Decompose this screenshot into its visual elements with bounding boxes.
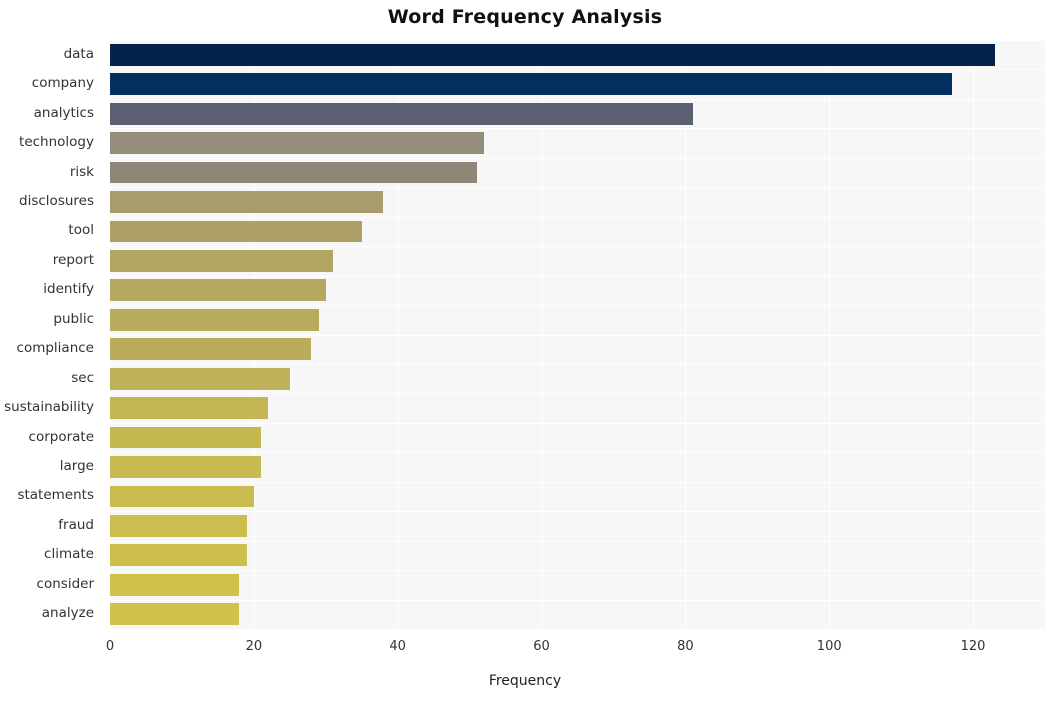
bar-row[interactable] [110,335,1045,364]
bar[interactable] [110,279,326,302]
bar[interactable] [110,515,247,537]
bar-row[interactable] [110,128,1045,157]
bar-row[interactable] [110,246,1045,275]
bar-row[interactable] [110,570,1045,599]
y-tick-label: analyze [41,605,94,622]
bar[interactable] [110,308,319,331]
chart-title: Word Frequency Analysis [387,6,663,28]
bar-row[interactable] [110,541,1045,570]
y-tick-label: public [53,310,94,327]
bar-row[interactable] [110,452,1045,481]
y-tick-label: tool [68,222,94,239]
y-tick-label: climate [44,546,94,563]
y-tick-label: large [59,458,94,475]
bar[interactable] [110,220,362,243]
bar-row[interactable] [110,393,1045,422]
bar[interactable] [110,73,952,96]
bar-row[interactable] [110,69,1045,98]
bar-row[interactable] [110,40,1045,69]
y-tick-label: risk [69,163,94,180]
bar[interactable] [110,397,269,419]
y-tick-label: consider [36,575,94,592]
bar-row[interactable] [110,276,1045,305]
bar[interactable] [110,544,247,567]
bar[interactable] [110,338,312,361]
y-tick-label: technology [19,134,94,151]
bar-row[interactable] [110,217,1045,246]
y-tick-label: sec [71,369,94,386]
y-axis-tick-labels: data company analytics technology risk disclo… [0,40,102,629]
bar-row[interactable] [110,305,1045,334]
plot-area [110,40,1045,629]
bar[interactable] [110,43,995,66]
x-tick-label: 120 [960,639,986,654]
bar[interactable] [110,191,384,213]
y-tick-label: corporate [28,428,94,445]
bar-row[interactable] [110,187,1045,216]
y-tick-label: identify [43,281,94,298]
x-tick-label: 0 [105,639,115,654]
y-tick-label: sustainability [4,399,94,416]
y-tick-label: statements [17,487,94,504]
bar[interactable] [110,456,262,478]
x-tick-label: 20 [245,639,263,654]
bar[interactable] [110,603,240,626]
bar[interactable] [110,426,262,449]
x-tick-label: 80 [677,639,694,654]
x-tick-label: 100 [816,639,842,654]
bar[interactable] [110,573,240,596]
word-frequency-chart: Word Frequency Analysis data company analy… [0,0,1050,701]
bar-row[interactable] [110,511,1045,540]
y-tick-label: compliance [16,340,94,357]
y-tick-label: analytics [33,104,94,121]
x-tick-label: 60 [533,639,550,654]
bar[interactable] [110,132,484,154]
x-axis-title: Frequency [488,673,562,689]
bar[interactable] [110,161,477,184]
x-tick-label: 40 [389,639,406,654]
bar[interactable] [110,249,333,272]
bar-row[interactable] [110,600,1045,629]
bar-row[interactable] [110,99,1045,128]
bar-row[interactable] [110,158,1045,187]
bar-row[interactable] [110,423,1045,452]
y-tick-label: disclosures [19,192,94,209]
y-tick-label: fraud [58,516,94,533]
bar-row[interactable] [110,364,1045,393]
y-tick-label: data [63,45,94,62]
x-axis-tick-labels: 0 20 40 60 80 100 120 [106,629,1045,669]
bar[interactable] [110,102,693,125]
y-tick-label: report [52,251,94,268]
y-tick-label: company [31,75,94,92]
bar[interactable] [110,367,290,390]
bar-row[interactable] [110,482,1045,511]
bar[interactable] [110,485,254,508]
